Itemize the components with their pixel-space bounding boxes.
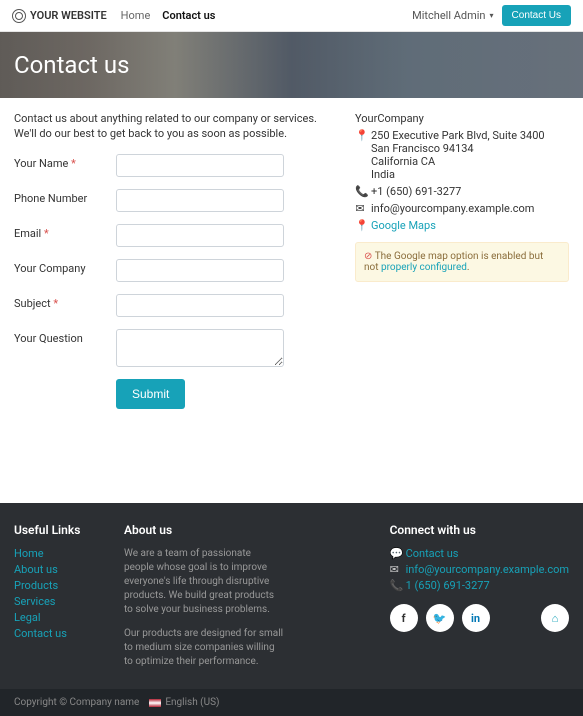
connect-contact-row: 💬 Contact us bbox=[390, 547, 569, 560]
envelope-icon: ✉ bbox=[390, 563, 400, 576]
address-line3: California CA bbox=[371, 155, 569, 168]
name-input[interactable] bbox=[116, 154, 284, 177]
field-name: Your Name * bbox=[14, 154, 335, 177]
warning-link[interactable]: properly configured bbox=[381, 262, 467, 273]
intro-line1: Contact us about anything related to our… bbox=[14, 112, 335, 125]
map-marker-icon: 📍 bbox=[355, 129, 365, 181]
main-content: Contact us about anything related to our… bbox=[0, 98, 583, 423]
field-subject: Subject * bbox=[14, 294, 335, 317]
facebook-icon[interactable]: f bbox=[390, 604, 418, 632]
spacer bbox=[0, 423, 583, 503]
phone-icon: 📞 bbox=[355, 185, 365, 198]
footer-link-legal[interactable]: Legal bbox=[14, 611, 104, 624]
linkedin-icon[interactable]: in bbox=[462, 604, 490, 632]
phone-icon: 📞 bbox=[390, 579, 400, 592]
email-input[interactable] bbox=[116, 224, 284, 247]
footer-columns: Useful Links Home About us Products Serv… bbox=[14, 523, 569, 679]
about-title: About us bbox=[124, 523, 283, 537]
connect-col: Connect with us 💬 Contact us ✉ info@your… bbox=[390, 523, 569, 679]
address-block: 250 Executive Park Blvd, Suite 3400 San … bbox=[371, 129, 569, 181]
email-label: Email * bbox=[14, 224, 116, 240]
footer-spacer bbox=[303, 523, 369, 679]
footer-link-products[interactable]: Products bbox=[14, 579, 104, 592]
language-selector[interactable]: English (US) bbox=[149, 697, 219, 708]
us-flag-icon bbox=[149, 699, 161, 707]
caret-down-icon: ▾ bbox=[490, 11, 494, 20]
connect-phone-row: 📞 1 (650) 691-3277 bbox=[390, 579, 569, 592]
user-name: Mitchell Admin bbox=[412, 9, 485, 22]
contact-us-button[interactable]: Contact Us bbox=[502, 5, 571, 26]
field-email: Email * bbox=[14, 224, 335, 247]
company-email: info@yourcompany.example.com bbox=[371, 202, 534, 215]
question-textarea[interactable] bbox=[116, 329, 284, 367]
maps-row: 📍 Google Maps bbox=[355, 219, 569, 232]
logo[interactable]: YOUR WEBSITE bbox=[12, 9, 107, 23]
globe-icon bbox=[12, 9, 26, 23]
about-col: About us We are a team of passionate peo… bbox=[124, 523, 283, 679]
main-nav: Home Contact us bbox=[121, 9, 216, 22]
address-line2: San Francisco 94134 bbox=[371, 142, 569, 155]
connect-title: Connect with us bbox=[390, 523, 569, 537]
warning-box: ⊘ The Google map option is enabled but n… bbox=[355, 242, 569, 282]
question-label: Your Question bbox=[14, 329, 116, 345]
copyright-bar: Copyright © Company name English (US) bbox=[0, 689, 583, 716]
language-label: English (US) bbox=[165, 697, 219, 708]
nav-home[interactable]: Home bbox=[121, 9, 151, 22]
phone-input[interactable] bbox=[116, 189, 284, 212]
field-question: Your Question bbox=[14, 329, 335, 367]
map-icon: 📍 bbox=[355, 219, 365, 232]
connect-email-link[interactable]: info@yourcompany.example.com bbox=[406, 563, 569, 576]
company-input[interactable] bbox=[116, 259, 284, 282]
footer-link-about[interactable]: About us bbox=[14, 563, 104, 576]
company-name: YourCompany bbox=[355, 112, 569, 125]
phone-row: 📞 +1 (650) 691-3277 bbox=[355, 185, 569, 198]
name-label: Your Name * bbox=[14, 154, 116, 170]
nav-contact-us[interactable]: Contact us bbox=[162, 9, 215, 22]
page-title: Contact us bbox=[14, 51, 129, 79]
subject-input[interactable] bbox=[116, 294, 284, 317]
connect-phone-link[interactable]: 1 (650) 691-3277 bbox=[406, 579, 490, 592]
field-phone: Phone Number bbox=[14, 189, 335, 212]
footer-link-services[interactable]: Services bbox=[14, 595, 104, 608]
warning-icon: ⊘ bbox=[364, 251, 372, 262]
field-company: Your Company bbox=[14, 259, 335, 282]
top-header: YOUR WEBSITE Home Contact us Mitchell Ad… bbox=[0, 0, 583, 32]
warning-text3: . bbox=[467, 262, 470, 273]
useful-links-col: Useful Links Home About us Products Serv… bbox=[14, 523, 104, 679]
user-menu[interactable]: Mitchell Admin ▾ bbox=[412, 9, 493, 22]
footer-link-contact[interactable]: Contact us bbox=[14, 627, 104, 640]
envelope-icon: ✉ bbox=[355, 202, 365, 215]
connect-email-row: ✉ info@yourcompany.example.com bbox=[390, 563, 569, 576]
intro-line2: We'll do our best to get back to you as … bbox=[14, 127, 335, 140]
copyright-text: Copyright © Company name bbox=[14, 697, 139, 708]
logo-text: YOUR WEBSITE bbox=[30, 9, 107, 22]
twitter-icon[interactable]: 🐦 bbox=[426, 604, 454, 632]
speech-icon: 💬 bbox=[390, 547, 400, 560]
address-row: 📍 250 Executive Park Blvd, Suite 3400 Sa… bbox=[355, 129, 569, 181]
header-right: Mitchell Admin ▾ Contact Us bbox=[412, 5, 571, 26]
about-p1: We are a team of passionate people whose… bbox=[124, 547, 283, 617]
social-icons: f 🐦 in ⌂ bbox=[390, 604, 569, 632]
useful-links-title: Useful Links bbox=[14, 523, 104, 537]
subject-label: Subject * bbox=[14, 294, 116, 310]
form-section: Contact us about anything related to our… bbox=[14, 112, 335, 409]
company-label: Your Company bbox=[14, 259, 116, 275]
contact-form: Your Name * Phone Number Email * Your Co… bbox=[14, 154, 335, 409]
google-maps-link[interactable]: Google Maps bbox=[371, 219, 436, 232]
submit-button[interactable]: Submit bbox=[116, 379, 185, 409]
footer-link-home[interactable]: Home bbox=[14, 547, 104, 560]
hero-banner: Contact us bbox=[0, 32, 583, 98]
email-row: ✉ info@yourcompany.example.com bbox=[355, 202, 569, 215]
about-p2: Our products are designed for small to m… bbox=[124, 627, 283, 669]
home-social-icon[interactable]: ⌂ bbox=[541, 604, 569, 632]
company-phone: +1 (650) 691-3277 bbox=[371, 185, 461, 198]
phone-label: Phone Number bbox=[14, 189, 116, 205]
connect-contact-link[interactable]: Contact us bbox=[406, 547, 459, 560]
footer: Useful Links Home About us Products Serv… bbox=[0, 503, 583, 689]
address-line1: 250 Executive Park Blvd, Suite 3400 bbox=[371, 129, 569, 142]
address-line4: India bbox=[371, 168, 569, 181]
company-info: YourCompany 📍 250 Executive Park Blvd, S… bbox=[355, 112, 569, 409]
